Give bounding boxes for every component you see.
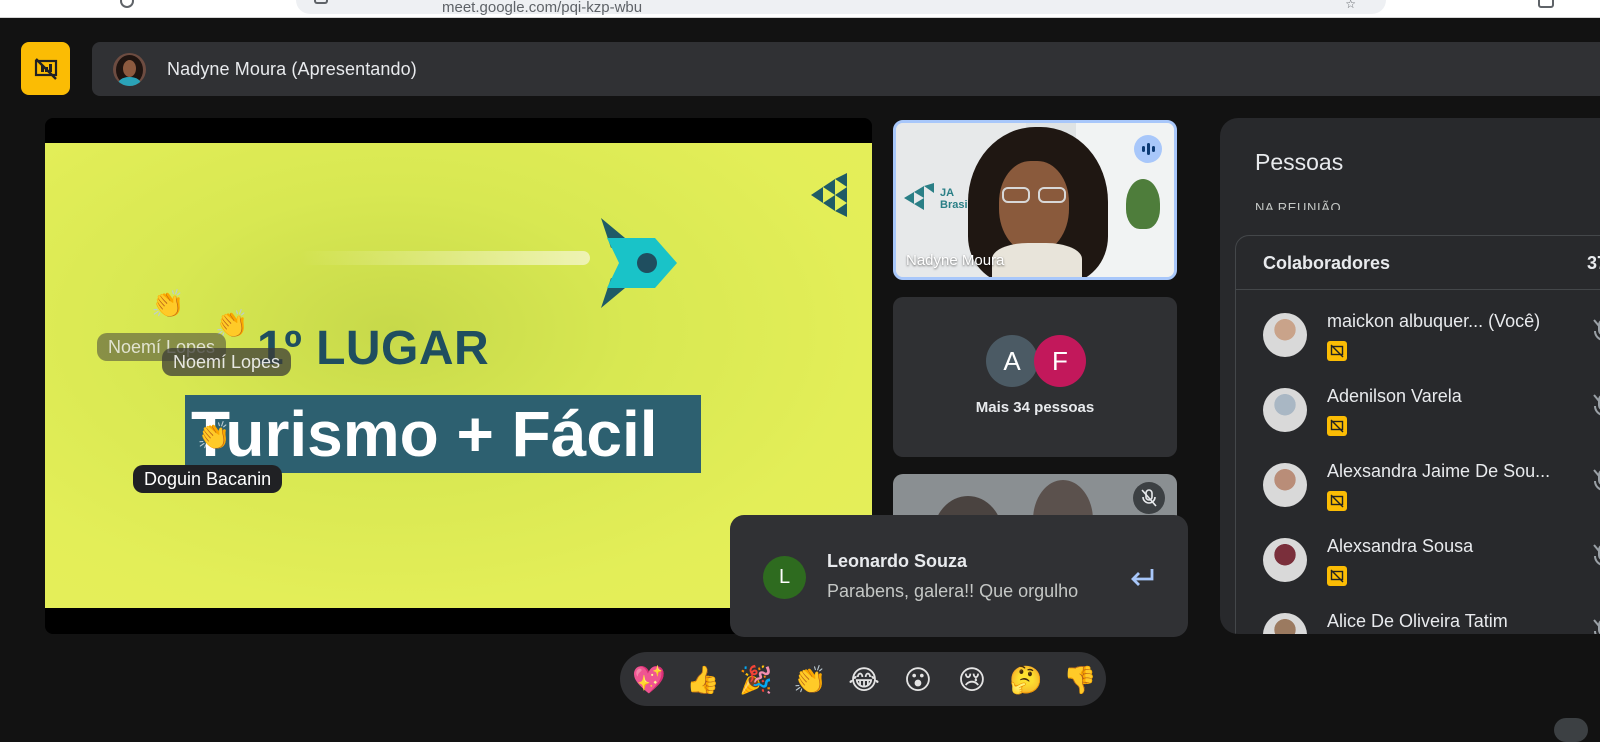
presenter-avatar: [113, 53, 146, 86]
collaborators-group: Colaboradores 37 maickon albuquer... (Vo…: [1235, 235, 1600, 634]
reply-icon[interactable]: [1124, 559, 1160, 595]
more-participants-tile[interactable]: A F Mais 34 pessoas: [893, 297, 1177, 457]
reaction-name-chip: Noemí Lopes: [162, 348, 292, 376]
reaction-laughing-button[interactable]: 😂: [846, 662, 882, 698]
lock-icon: [314, 0, 328, 4]
participant-avatar: A: [986, 335, 1038, 387]
group-header[interactable]: Colaboradores 37: [1236, 236, 1600, 290]
more-participants-label: Mais 34 pessoas: [975, 399, 1095, 416]
participant-row[interactable]: Alexsandra Jaime De Sou...: [1236, 452, 1600, 526]
speaking-indicator-icon: [1134, 135, 1162, 163]
mic-off-icon[interactable]: [1591, 617, 1600, 634]
reaction-party-popper-button[interactable]: 🎉: [738, 662, 774, 698]
address-text: meet.google.com/pqi-kzp-wbu: [442, 0, 643, 16]
presenter-label: Nadyne Moura (Apresentando): [167, 59, 417, 79]
glasses: [1000, 187, 1068, 203]
reaction-bar: 💖 👍 🎉 👏 😂 😮 😢 🤔 👎: [620, 652, 1106, 706]
section-label: NA REUNIÃO: [1255, 200, 1342, 210]
panel-title: Pessoas: [1255, 149, 1344, 175]
mic-off-icon[interactable]: [1591, 317, 1600, 347]
reaction-surprised-button[interactable]: 😮: [900, 662, 936, 698]
reaction-name-chip: Doguin Bacanin: [133, 465, 283, 493]
participant-name: Adenilson Varela: [1327, 386, 1462, 406]
participant-avatar: [1263, 388, 1307, 432]
plant: [1126, 179, 1160, 229]
presenting-badge-icon: [1327, 416, 1347, 436]
address-bar[interactable]: meet.google.com/pqi-kzp-wbu ☆: [296, 0, 1386, 16]
participant-row[interactable]: maickon albuquer... (Você): [1236, 302, 1600, 376]
reaction-clapping-button[interactable]: 👏: [792, 662, 828, 698]
reload-icon[interactable]: [120, 0, 134, 8]
people-panel: Pessoas NA REUNIÃO Colaboradores 37 maic…: [1220, 118, 1600, 634]
ja-brasil-logo-icon: [904, 183, 934, 210]
clap-reaction-emoji: 👏: [197, 421, 231, 451]
extensions-icon[interactable]: [1538, 0, 1554, 8]
rocket-icon: [601, 218, 677, 308]
participant-name: maickon albuquer... (Você): [1327, 311, 1541, 331]
participant-name: Alice De Oliveira Tatim: [1327, 611, 1508, 631]
participant-tile-presenter[interactable]: JA Brasil Nadyne Moura: [893, 120, 1177, 280]
presenter-banner: Nadyne Moura (Apresentando): [92, 42, 1600, 96]
reaction-thinking-button[interactable]: 🤔: [1008, 662, 1044, 698]
reaction-thumbs-up-button[interactable]: 👍: [685, 662, 721, 698]
presenting-badge-icon: [1327, 491, 1347, 511]
chat-message-text: Parabens, galera!! Que orgulho: [827, 581, 1079, 601]
browser-toolbar: meet.google.com/pqi-kzp-wbu ☆: [0, 0, 1600, 18]
participant-avatar: [1263, 538, 1307, 582]
slide-heading: 1º LUGAR: [257, 322, 490, 375]
participant-avatar: [1263, 463, 1307, 507]
mic-off-icon[interactable]: [1591, 392, 1600, 422]
participant-name: Alexsandra Jaime De Sou...: [1327, 461, 1551, 481]
chat-message-toast[interactable]: L Leonardo Souza Parabens, galera!! Que …: [730, 515, 1188, 637]
participant-name: Nadyne Moura: [906, 252, 1005, 269]
slide-title: Turismo + Fácil: [191, 398, 658, 470]
participant-avatar: [1263, 313, 1307, 357]
participant-row[interactable]: Adenilson Varela: [1236, 377, 1600, 451]
mic-off-icon: [1133, 482, 1165, 514]
participant-count-badge[interactable]: [1554, 718, 1588, 742]
participant-row[interactable]: Alice De Oliveira Tatim: [1236, 602, 1600, 634]
mic-off-icon[interactable]: [1591, 467, 1600, 497]
sender-name: Leonardo Souza: [827, 551, 968, 571]
participant-avatar: [1263, 613, 1307, 634]
presenting-badge-icon: [1327, 341, 1347, 361]
stop-presenting-button[interactable]: [21, 42, 70, 95]
sender-avatar: L: [763, 556, 806, 599]
reaction-thumbs-down-button[interactable]: 👎: [1062, 662, 1098, 698]
present-off-icon: [34, 57, 57, 80]
group-count: 37: [1587, 253, 1600, 273]
group-label: Colaboradores: [1263, 253, 1391, 273]
ja-logo-icon: [811, 173, 847, 217]
presenting-badge-icon: [1327, 566, 1347, 586]
reaction-sparkling-heart-button[interactable]: 💖: [631, 662, 667, 698]
reaction-crying-button[interactable]: 😢: [954, 662, 990, 698]
participant-name: Alexsandra Sousa: [1327, 536, 1474, 556]
bookmark-star-icon[interactable]: ☆: [1345, 0, 1356, 10]
mic-off-icon[interactable]: [1591, 542, 1600, 572]
participant-avatar: F: [1034, 335, 1086, 387]
rocket-trail: [300, 251, 590, 265]
participant-row[interactable]: Alexsandra Sousa: [1236, 527, 1600, 601]
clap-reaction-emoji: 👏: [151, 289, 185, 319]
